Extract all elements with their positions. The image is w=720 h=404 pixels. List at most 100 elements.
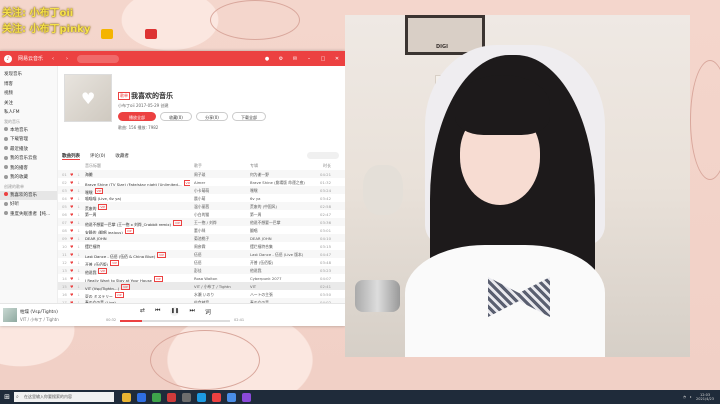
heart-icon[interactable]: ♥	[70, 284, 73, 289]
song-row[interactable]: 05 ♥ ↓ 荒废的 VIP 温小丽茜 荒废的 (中国风) 02:58	[58, 202, 345, 211]
user-avatar-icon[interactable]: ●	[263, 56, 271, 62]
download-icon[interactable]: ↓	[77, 188, 80, 193]
download-icon[interactable]: ↓	[77, 236, 80, 241]
download-icon[interactable]: ↓	[77, 252, 80, 257]
header-title[interactable]: 音乐标题	[85, 163, 101, 169]
song-row[interactable]: 14 ♥ ↓ I Really Want to Stay at Your House V…	[58, 274, 345, 283]
heart-icon[interactable]: ♥	[70, 180, 73, 185]
heart-icon[interactable]: ♥	[70, 252, 73, 257]
taskbar-clock[interactable]: 12:03 2021/4/23	[696, 393, 714, 402]
song-row[interactable]: 01 ♥ ↓ 海獭 周子琰 何为谢一野 04:21	[58, 170, 345, 178]
song-row[interactable]: 08 ♥ ↓ 安静的 (翻唱 jealous) VIP 董小咪 翻唱 03:01	[58, 226, 345, 235]
heart-icon[interactable]: ♥	[70, 292, 73, 297]
taskbar-app-icon[interactable]	[152, 392, 161, 402]
sidebar-item-discover[interactable]: 发现音乐	[0, 70, 57, 80]
taskbar-app-icon[interactable]	[212, 392, 221, 402]
song-row[interactable]: 09 ♥ ↓ DEAR JOHN 菊池桃子 DEAR JOHN 04:10	[58, 234, 345, 242]
sidebar-item-follow[interactable]: 关注	[0, 99, 57, 109]
header-artist[interactable]: 歌手	[194, 163, 202, 169]
download-icon[interactable]: ↓	[77, 284, 80, 289]
heart-icon[interactable]: ♥	[70, 220, 73, 225]
song-album[interactable]: Cyberpunk 2077	[250, 276, 322, 281]
song-row[interactable]: 10 ♥ ↓ 摆烂福特 周彦霖 摆烂福特合集 03:15	[58, 242, 345, 250]
tab-comments[interactable]: 评论(0)	[90, 153, 105, 160]
song-row[interactable]: 06 ♥ ↓ 第一周 小白的猫 第一周 02:47	[58, 210, 345, 218]
sidebar-item-fm[interactable]: 私人FM	[0, 108, 57, 118]
now-playing-cover[interactable]	[3, 308, 17, 322]
heart-icon[interactable]: ♥	[70, 228, 73, 233]
search-input[interactable]	[77, 54, 120, 63]
sidebar-item-cloud[interactable]: 我的音乐云盘	[0, 154, 57, 164]
sidebar-item-downloads[interactable]: 下载管理	[0, 135, 57, 145]
header-duration[interactable]: 时长	[323, 163, 331, 169]
song-row[interactable]: 07 ♥ ↓ 他说不想要一巴掌 (王一抱 x 刘烨_Crabbit remix) VIP…	[58, 218, 345, 227]
forward-arrow-icon[interactable]: ›	[63, 56, 71, 62]
download-icon[interactable]: ↓	[77, 244, 80, 249]
previous-icon[interactable]: ⏮	[155, 307, 160, 316]
progress-bar[interactable]	[120, 320, 230, 322]
download-icon[interactable]: ↓	[77, 260, 80, 265]
download-all-button[interactable]: 下载全部	[232, 112, 266, 121]
song-album[interactable]: 6v ya	[250, 196, 322, 201]
song-album[interactable]: VIT	[250, 284, 322, 289]
song-row[interactable]: 02 ♥ ↓ Brave Shine (TV Size) (Fate/stay nig…	[58, 178, 345, 187]
song-row[interactable]: 12 ♥ ↓ 开普 (伍佰版) VIP 伍佰 开普 (伍佰版) 03:48	[58, 258, 345, 267]
playlist-search-input[interactable]	[307, 152, 339, 159]
download-icon[interactable]: ↓	[77, 276, 80, 281]
windows-start-icon[interactable]: ⊞	[0, 390, 14, 404]
minimize-icon[interactable]: –	[305, 56, 313, 62]
back-arrow-icon[interactable]: ‹	[49, 56, 57, 62]
share-button[interactable]: 分享(0)	[196, 112, 228, 121]
sidebar-item-playlist[interactable]: 重度失眠患者【纯...	[0, 210, 57, 220]
next-icon[interactable]: ⏭	[189, 307, 194, 316]
volume-icon[interactable]: 🔈︎	[690, 395, 692, 399]
download-icon[interactable]: ↓	[77, 228, 80, 233]
mail-icon[interactable]: ✉	[291, 56, 299, 62]
sidebar-item-favorites[interactable]: 我的收藏	[0, 173, 57, 183]
heart-icon[interactable]: ♥	[70, 260, 73, 265]
taskbar-app-icon[interactable]	[182, 392, 191, 402]
taskbar-app-icon[interactable]	[242, 392, 251, 402]
now-playing-title[interactable]: 枯燥 (Vsp/Tightn)	[20, 309, 58, 315]
song-artist[interactable]: Aimer	[194, 180, 248, 185]
heart-icon[interactable]: ♥	[70, 212, 73, 217]
heart-icon[interactable]: ♥	[70, 172, 73, 177]
sidebar-item-recent[interactable]: 最近播放	[0, 145, 57, 155]
song-row[interactable]: 03 ♥ ↓ 嘿嘿 VIP 小卡萌萌 嘿嘿 03:24	[58, 186, 345, 195]
song-row[interactable]: 04 ♥ ↓ 喵喵喵 (Live, 6v ya) 晨小萌 6v ya 03:42	[58, 194, 345, 202]
sidebar-item-liked-playlist[interactable]: 我喜欢的音乐	[0, 190, 57, 200]
download-icon[interactable]: ↓	[77, 292, 80, 297]
sidebar-item-mypodcast[interactable]: 我的播客	[0, 164, 57, 174]
header-album[interactable]: 专辑	[250, 163, 258, 169]
download-icon[interactable]: ↓	[77, 204, 80, 209]
desktop-icon[interactable]	[136, 29, 166, 40]
download-icon[interactable]: ↓	[77, 220, 80, 225]
heart-icon[interactable]: ♥	[70, 204, 73, 209]
taskbar-app-icon[interactable]	[167, 392, 176, 402]
taskbar-app-icon[interactable]	[122, 392, 131, 402]
heart-icon[interactable]: ♥	[70, 188, 73, 193]
tab-subscribers[interactable]: 收藏者	[115, 153, 129, 160]
sidebar-item-local[interactable]: 本地音乐	[0, 126, 57, 136]
lyrics-icon[interactable]: 词	[205, 307, 211, 316]
heart-icon[interactable]: ♥	[70, 276, 73, 281]
desktop-icon[interactable]	[92, 29, 122, 40]
taskbar-app-icon[interactable]	[137, 392, 146, 402]
tab-songs[interactable]: 歌曲列表	[62, 153, 80, 160]
download-icon[interactable]: ↓	[77, 196, 80, 201]
song-row[interactable]: 11 ♥ ↓ Last Dance - 伍佰 (伍佰 & China Blue) VIP…	[58, 250, 345, 259]
song-artist[interactable]: Rosa Walton	[194, 276, 248, 281]
taskbar-app-icon[interactable]	[227, 392, 236, 402]
heart-icon[interactable]: ♥	[70, 196, 73, 201]
maximize-icon[interactable]: □	[319, 56, 327, 62]
close-icon[interactable]: ✕	[333, 56, 341, 62]
heart-icon[interactable]: ♥	[70, 244, 73, 249]
favorite-button[interactable]: 收藏(0)	[160, 112, 192, 121]
pause-icon[interactable]: ❚❚	[170, 307, 180, 316]
sidebar-item-podcast[interactable]: 博客	[0, 80, 57, 90]
song-row[interactable]: 16 ♥ ↓ 夏の ミステリー VIP 水瀬 いのり ハートの主張 03:50	[58, 290, 345, 299]
sidebar-item-playlist[interactable]: 好听	[0, 200, 57, 210]
download-icon[interactable]: ↓	[77, 268, 80, 273]
download-icon[interactable]: ↓	[77, 180, 80, 185]
download-icon[interactable]: ↓	[77, 212, 80, 217]
